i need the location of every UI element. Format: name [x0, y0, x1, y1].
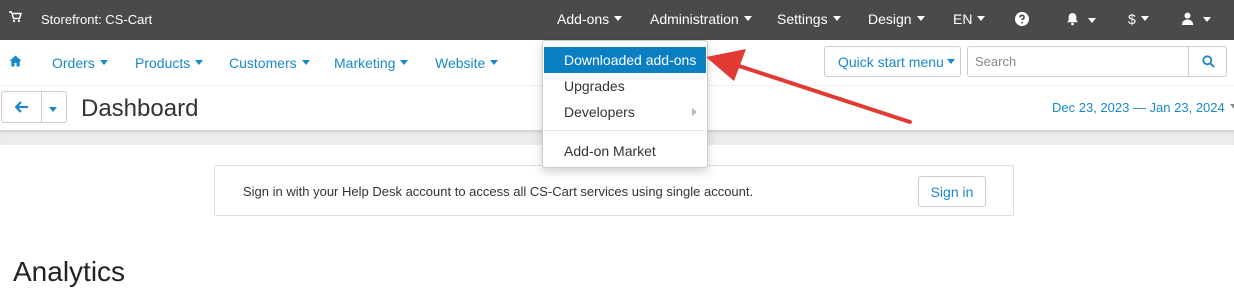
nav-products[interactable]: Products	[135, 55, 204, 71]
annotation-arrow	[706, 49, 912, 124]
nav-website[interactable]: Website	[435, 55, 499, 71]
back-button[interactable]	[1, 91, 42, 123]
currency-menu-label: $	[1128, 11, 1136, 27]
chevron-down-icon	[1202, 16, 1211, 22]
chevron-down-icon	[832, 15, 841, 21]
nav-customers-label: Customers	[229, 55, 297, 71]
chevron-down-icon	[743, 15, 752, 21]
back-history-dropdown[interactable]	[41, 91, 67, 123]
chevron-down-icon	[1140, 15, 1149, 21]
chevron-down-icon	[400, 59, 409, 65]
nav-orders-label: Orders	[52, 55, 95, 71]
design-menu-label: Design	[868, 11, 912, 27]
bell-icon	[1067, 13, 1078, 26]
menu-item-downloaded-addons[interactable]: Downloaded add-ons	[544, 47, 706, 73]
chevron-down-icon	[99, 59, 108, 65]
analytics-heading: Analytics	[13, 256, 126, 287]
submenu-arrow-icon	[692, 108, 697, 116]
menu-item-developers-label: Developers	[564, 104, 635, 120]
sign-in-button[interactable]: Sign in	[918, 176, 986, 207]
home-icon[interactable]	[9, 55, 22, 70]
chevron-down-icon	[195, 59, 204, 65]
chevron-down-icon	[916, 15, 925, 21]
signin-message: Sign in with your Help Desk account to a…	[243, 184, 754, 199]
question-icon[interactable]	[1015, 12, 1029, 29]
user-icon	[1181, 12, 1194, 25]
menu-item-upgrades[interactable]: Upgrades	[544, 73, 706, 99]
menu-item-addon-market[interactable]: Add-on Market	[544, 138, 706, 164]
currency-menu[interactable]: $	[1128, 11, 1149, 27]
top-bar: Storefront: CS-Cart Add-ons Administrati…	[0, 0, 1234, 40]
menu-item-developers[interactable]: Developers	[544, 99, 706, 125]
chevron-down-icon	[946, 58, 955, 64]
nav-marketing-label: Marketing	[334, 55, 396, 71]
menu-divider	[544, 130, 706, 131]
chevron-down-icon	[614, 15, 623, 21]
chevron-down-icon	[301, 59, 310, 65]
chevron-down-icon	[1229, 104, 1234, 110]
nav-website-label: Website	[435, 55, 486, 71]
nav-customers[interactable]: Customers	[229, 55, 310, 71]
addons-menu[interactable]: Add-ons	[557, 11, 623, 27]
arrow-left-icon	[15, 101, 28, 113]
nav-marketing[interactable]: Marketing	[334, 55, 409, 71]
search-input[interactable]	[967, 46, 1189, 77]
search-icon	[1202, 55, 1215, 68]
chevron-down-icon	[49, 107, 57, 112]
cart-icon[interactable]	[9, 11, 22, 26]
search-button[interactable]	[1188, 46, 1227, 77]
nav-products-label: Products	[135, 55, 191, 71]
administration-menu[interactable]: Administration	[650, 11, 752, 27]
settings-menu[interactable]: Settings	[777, 11, 841, 27]
design-menu[interactable]: Design	[868, 11, 925, 27]
helpdesk-signin-notice: Sign in with your Help Desk account to a…	[214, 165, 1014, 216]
language-menu-label: EN	[953, 11, 973, 27]
language-menu[interactable]: EN	[953, 11, 986, 27]
storefront-link[interactable]: Storefront: CS-Cart	[41, 12, 152, 27]
chevron-down-icon	[490, 59, 499, 65]
nav-orders[interactable]: Orders	[52, 55, 108, 71]
settings-menu-label: Settings	[777, 11, 828, 27]
date-range-picker[interactable]: Dec 23, 2023 — Jan 23, 2024	[1052, 100, 1234, 115]
user-menu[interactable]	[1181, 12, 1211, 28]
chevron-down-icon	[977, 15, 986, 21]
addons-menu-label: Add-ons	[557, 11, 610, 27]
notifications-menu[interactable]	[1066, 12, 1096, 29]
chevron-down-icon	[1087, 17, 1096, 23]
administration-menu-label: Administration	[650, 11, 739, 27]
date-range-label: Dec 23, 2023 — Jan 23, 2024	[1052, 100, 1225, 115]
page-title: Dashboard	[81, 95, 199, 122]
addons-dropdown-menu: Downloaded add-ons Upgrades Developers A…	[542, 40, 708, 168]
